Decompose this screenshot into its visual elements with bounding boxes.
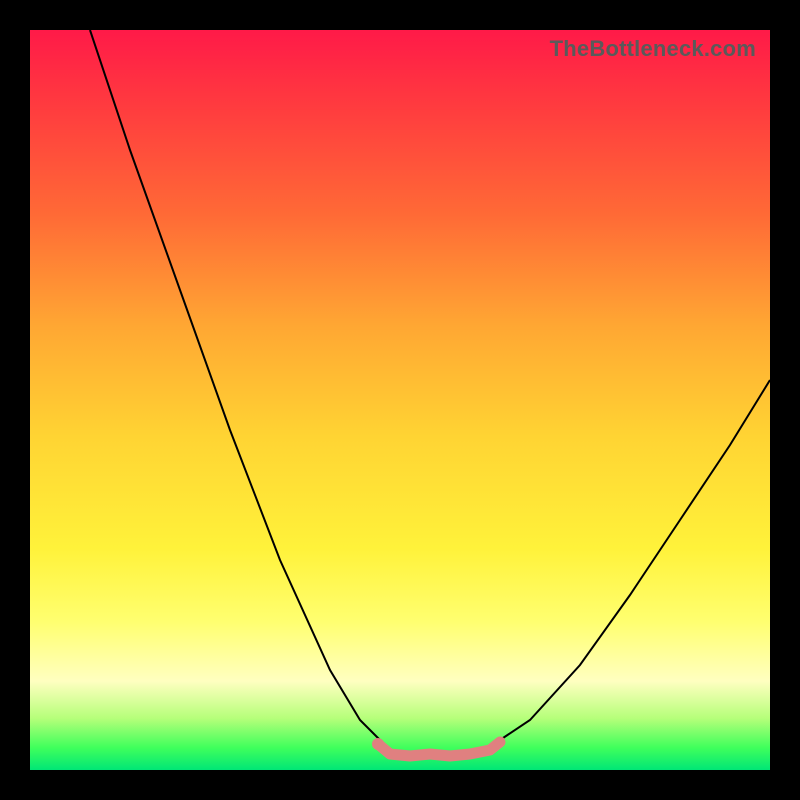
left-curve: [90, 30, 380, 740]
trough-start-dot: [372, 738, 384, 750]
right-curve: [500, 380, 770, 740]
chart-svg: [30, 30, 770, 770]
plot-area: TheBottleneck.com: [30, 30, 770, 770]
trough-squiggle: [378, 742, 500, 756]
